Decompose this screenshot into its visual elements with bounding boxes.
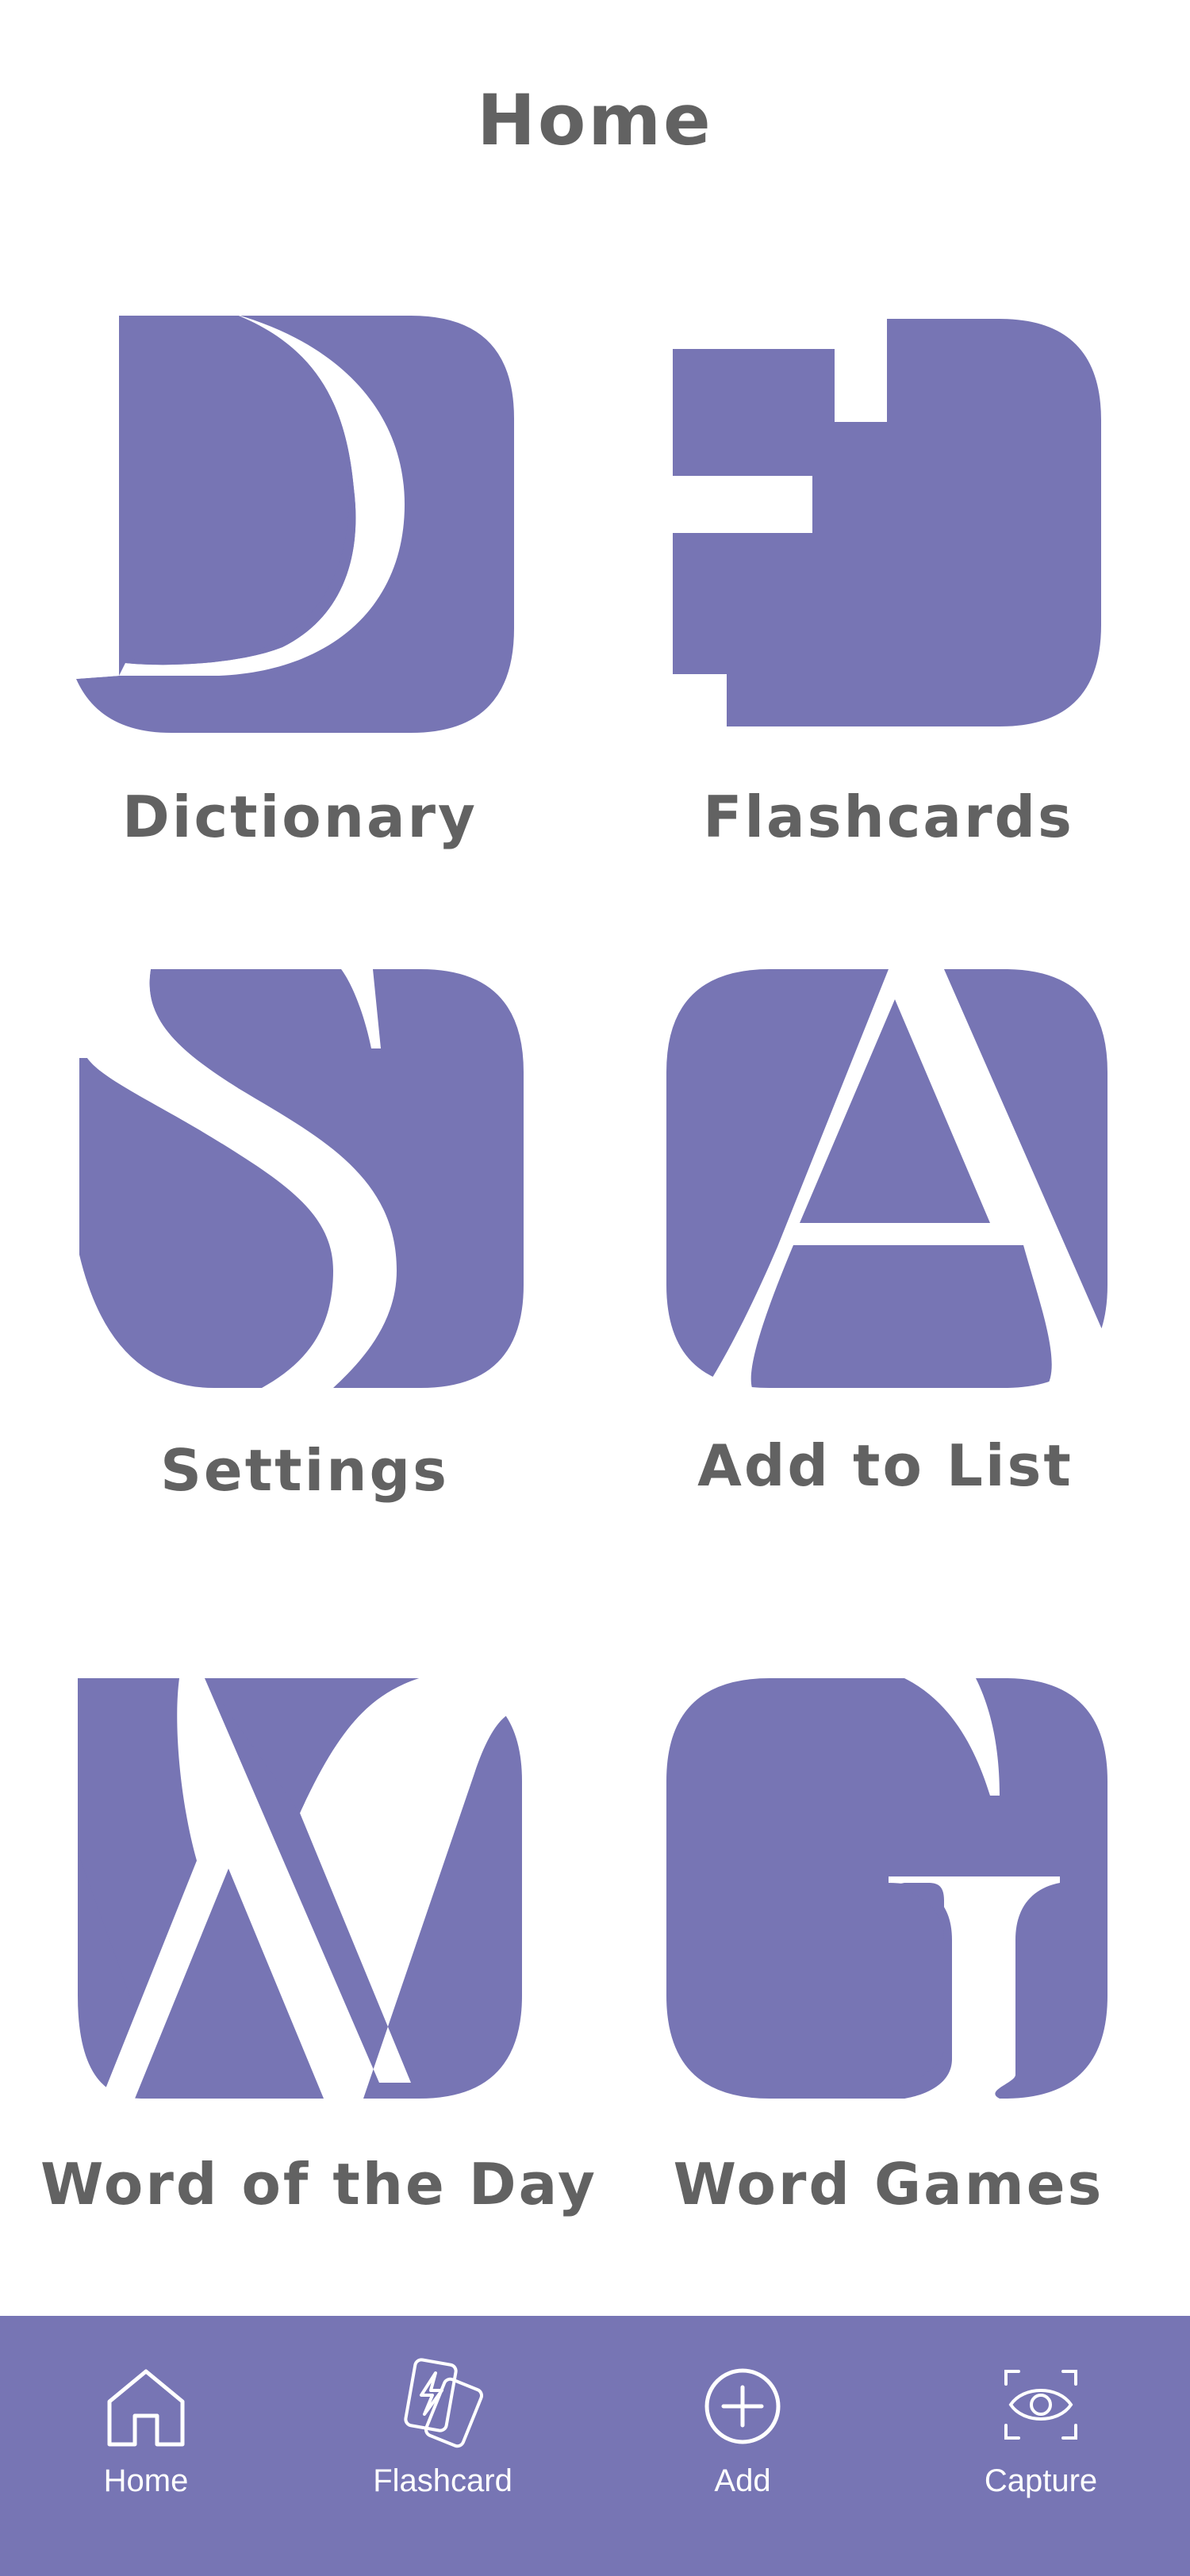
letter-s-icon	[79, 969, 524, 1388]
add-to-list-label: Add to List	[697, 1432, 1073, 1499]
home-icon	[105, 2367, 187, 2452]
flashcards-tile[interactable]	[673, 319, 1101, 726]
settings-label: Settings	[160, 1437, 449, 1504]
letter-g-icon	[666, 1678, 1107, 2099]
tab-flashcard-label: Flashcard	[373, 2463, 512, 2498]
letter-f-icon	[673, 319, 1101, 726]
word-of-the-day-tile[interactable]	[78, 1678, 522, 2099]
tab-capture[interactable]: Capture	[922, 2316, 1160, 2576]
settings-tile[interactable]	[79, 969, 524, 1388]
tab-add-label: Add	[714, 2463, 771, 2498]
flashcards-label: Flashcards	[703, 784, 1074, 850]
page-title: Home	[477, 79, 713, 161]
dictionary-label: Dictionary	[122, 784, 478, 850]
tab-flashcard[interactable]: Flashcard	[324, 2316, 562, 2576]
tab-home-label: Home	[103, 2463, 189, 2498]
add-to-list-tile[interactable]	[666, 969, 1107, 1388]
dictionary-tile[interactable]	[76, 314, 514, 733]
flashcard-icon	[391, 2356, 494, 2457]
letter-d-icon	[76, 314, 514, 733]
plus-circle-icon	[703, 2367, 782, 2449]
eye-scan-icon	[1001, 2367, 1081, 2446]
word-of-the-day-label: Word of the Day	[40, 2151, 597, 2218]
letter-w-icon	[78, 1678, 522, 2099]
tab-add[interactable]: Add	[624, 2316, 862, 2576]
tab-bar: Home Flashcard Add Capture	[0, 2316, 1190, 2576]
tab-home[interactable]: Home	[27, 2316, 265, 2576]
word-games-tile[interactable]	[666, 1678, 1107, 2099]
letter-a-icon	[666, 969, 1107, 1388]
word-games-label: Word Games	[673, 2151, 1104, 2218]
tab-capture-label: Capture	[984, 2463, 1098, 2498]
